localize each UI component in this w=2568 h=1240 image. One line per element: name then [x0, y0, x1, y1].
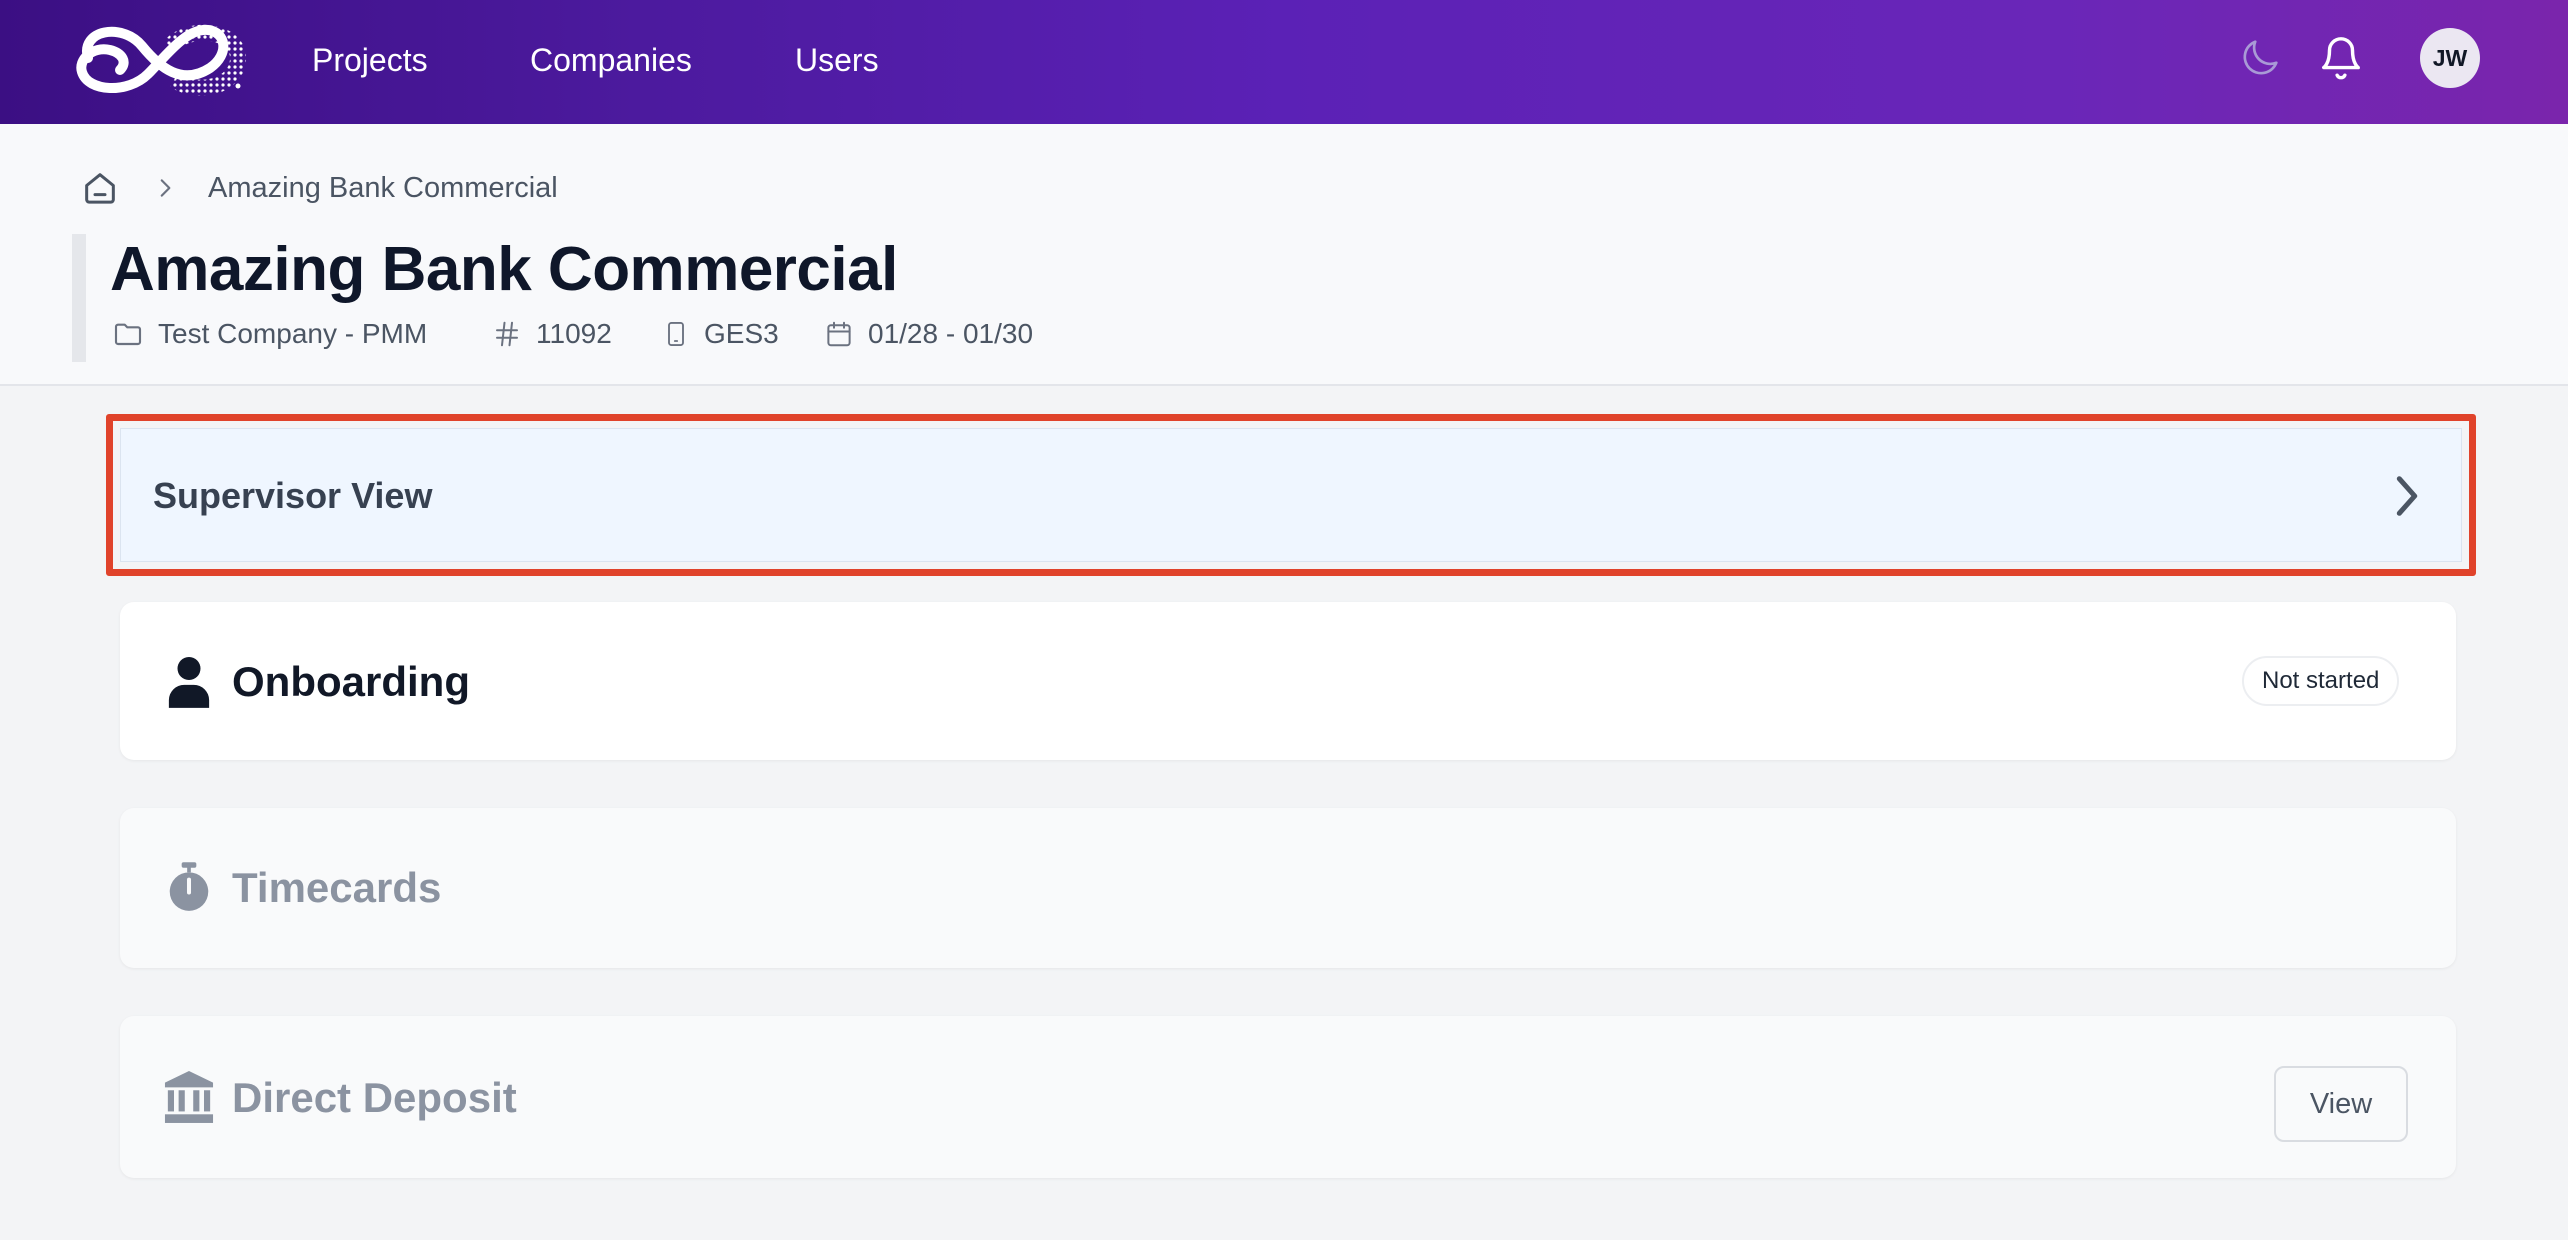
onboarding-title: Onboarding — [232, 658, 470, 705]
folder-icon — [114, 323, 142, 346]
moon-icon[interactable] — [2236, 34, 2284, 82]
user-avatar[interactable]: JW — [2420, 28, 2480, 88]
chevron-right-icon — [152, 174, 178, 202]
meta-number-label: 11092 — [536, 318, 612, 349]
breadcrumb-current[interactable]: Amazing Bank Commercial — [208, 168, 558, 208]
meta-dates-label: 01/28 - 01/30 — [868, 318, 1034, 349]
calendar-icon — [827, 321, 851, 347]
meta-company: Test Company - PMM — [112, 314, 427, 354]
logo-icon[interactable] — [70, 16, 246, 100]
meta-company-label: Test Company - PMM — [158, 318, 428, 349]
supervisor-view-label: Supervisor View — [153, 475, 433, 516]
home-icon[interactable] — [80, 168, 120, 208]
timecards-title: Timecards — [232, 864, 442, 911]
page-header: Amazing Bank Commercial Amazing Bank Com… — [0, 124, 2568, 386]
nav-link-users[interactable]: Users — [795, 38, 879, 82]
supervisor-view-row[interactable]: Supervisor View — [120, 428, 2462, 562]
status-badge: Not started — [2242, 656, 2400, 706]
onboarding-card[interactable]: Onboarding Not started — [120, 602, 2456, 760]
title-accent-bar — [72, 234, 86, 362]
phone-icon — [668, 321, 684, 347]
user-icon — [164, 654, 214, 708]
meta-dates: 01/28 - 01/30 — [824, 314, 1033, 354]
meta-number: 11092 — [492, 314, 612, 354]
view-button[interactable]: View — [2274, 1066, 2408, 1142]
meta-device: GES3 — [662, 314, 779, 354]
bank-icon — [164, 1070, 214, 1124]
timecards-card[interactable]: Timecards — [120, 808, 2456, 968]
bell-icon[interactable] — [2316, 32, 2366, 84]
stopwatch-icon — [164, 860, 214, 914]
direct-deposit-card[interactable]: Direct Deposit View — [120, 1016, 2456, 1178]
hash-icon — [496, 321, 518, 347]
chevron-right-icon — [2389, 471, 2425, 521]
nav-link-projects[interactable]: Projects — [312, 38, 428, 82]
direct-deposit-title: Direct Deposit — [232, 1074, 517, 1121]
nav-link-companies[interactable]: Companies — [530, 38, 692, 82]
top-nav: Projects Companies Users JW — [0, 0, 2568, 124]
meta-device-label: GES3 — [704, 318, 779, 349]
page-title: Amazing Bank Commercial — [110, 235, 898, 304]
